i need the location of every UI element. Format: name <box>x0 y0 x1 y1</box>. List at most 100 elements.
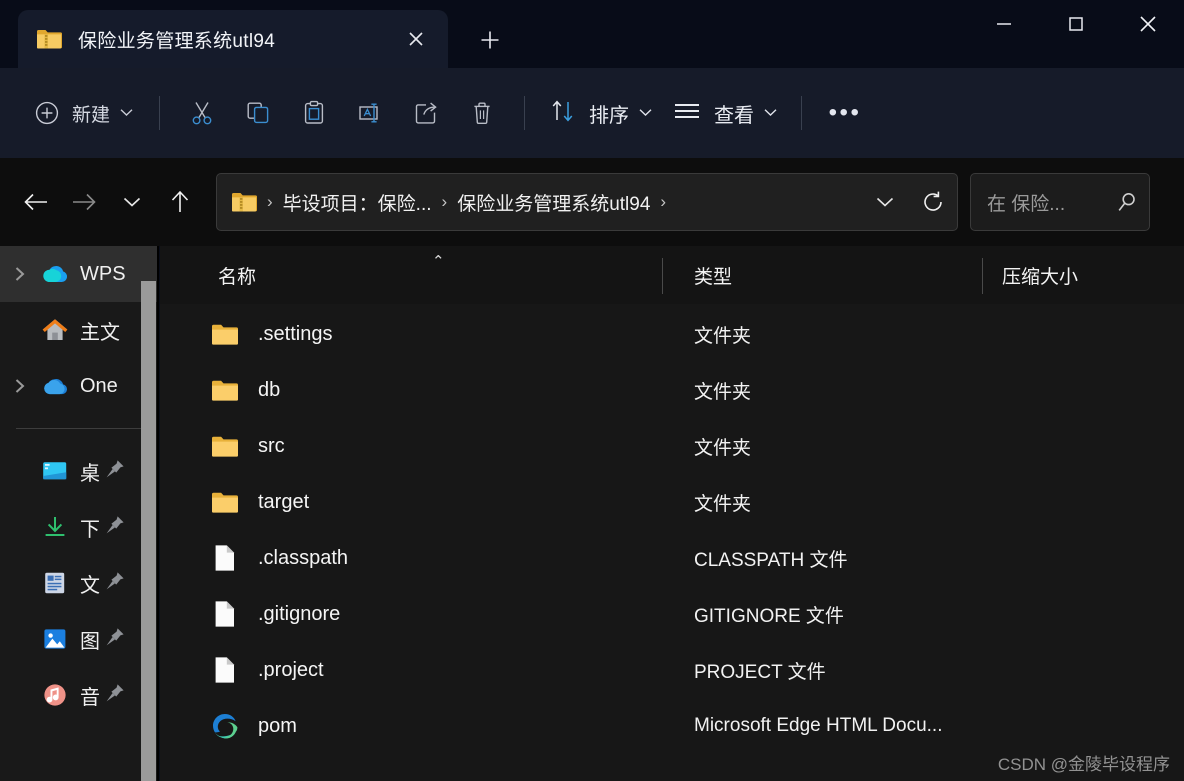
window-controls <box>968 0 1184 68</box>
cut-button[interactable] <box>174 89 230 137</box>
file-name-cell[interactable]: .settings <box>160 321 662 347</box>
navigation-pane[interactable]: WPS 主文 One 桌 下 文 图 音 <box>0 246 158 781</box>
file-name-cell[interactable]: pom <box>160 713 662 739</box>
search-box[interactable]: 在 保险... <box>970 173 1150 231</box>
table-row[interactable]: src 文件夹 <box>160 418 1184 474</box>
new-button-label: 新建 <box>72 104 111 126</box>
file-list-pane: 名称 ⌃ 类型 压缩大小 .settings 文件夹 db 文件夹 src 文件… <box>160 246 1184 781</box>
share-button[interactable] <box>398 89 454 137</box>
chevron-down-icon <box>120 104 133 122</box>
file-name-cell[interactable]: .gitignore <box>160 601 662 627</box>
maximize-icon <box>1069 17 1083 31</box>
file-name-cell[interactable]: .classpath <box>160 545 662 571</box>
wps-cloud-icon <box>40 260 70 288</box>
chevron-down-icon <box>876 197 894 207</box>
up-button[interactable] <box>156 178 204 226</box>
file-name-label: .classpath <box>258 546 349 569</box>
new-tab-button[interactable] <box>468 18 512 62</box>
chevron-right-icon[interactable] <box>0 266 40 282</box>
breadcrumb-item-0[interactable]: 毕设项目：保险... <box>283 189 432 216</box>
view-button[interactable]: 查看 <box>662 89 787 137</box>
sidebar-item-wps[interactable]: WPS <box>0 246 158 302</box>
file-name-label: .settings <box>258 322 333 345</box>
file-name-cell[interactable]: target <box>160 489 662 515</box>
navigation-pane-scrollbar[interactable] <box>141 281 156 781</box>
search-input-placeholder[interactable]: 在 保险... <box>987 189 1105 216</box>
sidebar-item-pictures[interactable]: 图 <box>0 611 158 667</box>
address-breadcrumb-bar[interactable]: › 毕设项目：保险... › 保险业务管理系统utl94 › <box>216 173 958 231</box>
trash-icon <box>474 102 490 125</box>
column-divider[interactable] <box>662 258 663 294</box>
forward-button[interactable] <box>60 178 108 226</box>
search-icon[interactable] <box>1105 191 1149 213</box>
file-name-label: .project <box>258 658 324 681</box>
paste-icon <box>304 100 324 124</box>
sidebar-item-label: 下 <box>80 518 100 541</box>
maximize-button[interactable] <box>1040 0 1112 48</box>
rename-button[interactable] <box>342 89 398 137</box>
copy-button[interactable] <box>230 89 286 137</box>
recent-locations-button[interactable] <box>108 178 156 226</box>
new-button[interactable]: 新建 <box>22 90 145 136</box>
file-name-label: .gitignore <box>258 602 341 625</box>
tab-active[interactable]: 保险业务管理系统utl94 <box>18 10 448 68</box>
file-type-cell: CLASSPATH 文件 <box>694 549 848 571</box>
pin-icon[interactable] <box>104 626 126 653</box>
table-row[interactable]: .gitignore GITIGNORE 文件 <box>160 586 1184 642</box>
sidebar-item-desktop[interactable]: 桌 <box>0 443 158 499</box>
pin-icon[interactable] <box>104 458 126 485</box>
file-name-cell[interactable]: src <box>160 433 662 459</box>
table-row[interactable]: target 文件夹 <box>160 474 1184 530</box>
sidebar-item-label: 桌 <box>80 462 100 485</box>
sidebar-item-onedrive[interactable]: One <box>0 358 158 414</box>
file-type-cell: 文件夹 <box>694 325 752 347</box>
column-header-type[interactable]: 类型 <box>662 246 982 304</box>
watermark: CSDN @金陵毕设程序 <box>997 755 1170 774</box>
file-name-label: pom <box>258 714 297 737</box>
column-header-size[interactable]: 压缩大小 <box>982 246 1182 304</box>
refresh-button[interactable] <box>909 178 957 226</box>
column-divider[interactable] <box>982 258 983 294</box>
more-options-button[interactable]: ••• <box>816 89 874 137</box>
sidebar-item-downloads[interactable]: 下 <box>0 499 158 555</box>
column-header-name[interactable]: 名称 ⌃ <box>160 246 662 304</box>
chevron-down-icon <box>123 197 141 207</box>
table-row[interactable]: pom Microsoft Edge HTML Docu... <box>160 698 1184 754</box>
file-name-cell[interactable]: .project <box>160 657 662 683</box>
sidebar-item-label: 音 <box>80 686 100 709</box>
file-name-label: src <box>258 434 285 457</box>
chevron-down-icon <box>764 104 777 122</box>
tab-close-icon[interactable] <box>396 19 436 59</box>
table-row[interactable]: .settings 文件夹 <box>160 306 1184 362</box>
table-row[interactable]: .project PROJECT 文件 <box>160 642 1184 698</box>
sidebar-item-documents[interactable]: 文 <box>0 555 158 611</box>
sidebar-item-home[interactable]: 主文 <box>0 302 158 358</box>
pin-icon[interactable] <box>104 570 126 597</box>
file-name-cell[interactable]: db <box>160 377 662 403</box>
chevron-right-icon[interactable] <box>0 378 40 394</box>
folder-icon <box>210 433 240 459</box>
sidebar-item-label: 文 <box>80 574 100 597</box>
column-header-size-label: 压缩大小 <box>1002 266 1079 288</box>
close-button[interactable] <box>1112 0 1184 48</box>
desktop-icon <box>40 457 70 485</box>
file-type-cell: 文件夹 <box>694 437 752 459</box>
minimize-button[interactable] <box>968 0 1040 48</box>
delete-button[interactable] <box>454 89 510 137</box>
close-icon <box>1140 16 1156 32</box>
table-row[interactable]: .classpath CLASSPATH 文件 <box>160 530 1184 586</box>
back-button[interactable] <box>12 178 60 226</box>
file-type-cell: 文件夹 <box>694 381 752 403</box>
pin-icon[interactable] <box>104 682 126 709</box>
music-icon <box>40 681 70 709</box>
pin-icon[interactable] <box>104 514 126 541</box>
sort-button[interactable]: 排序 <box>539 89 662 137</box>
breadcrumb-item-1[interactable]: 保险业务管理系统utl94 <box>457 189 650 216</box>
paste-button[interactable] <box>286 89 342 137</box>
share-icon <box>415 102 437 124</box>
sidebar-item-music[interactable]: 音 <box>0 667 158 723</box>
sidebar-divider <box>16 428 142 429</box>
plus-icon <box>481 31 499 49</box>
address-dropdown-button[interactable] <box>861 178 909 226</box>
table-row[interactable]: db 文件夹 <box>160 362 1184 418</box>
